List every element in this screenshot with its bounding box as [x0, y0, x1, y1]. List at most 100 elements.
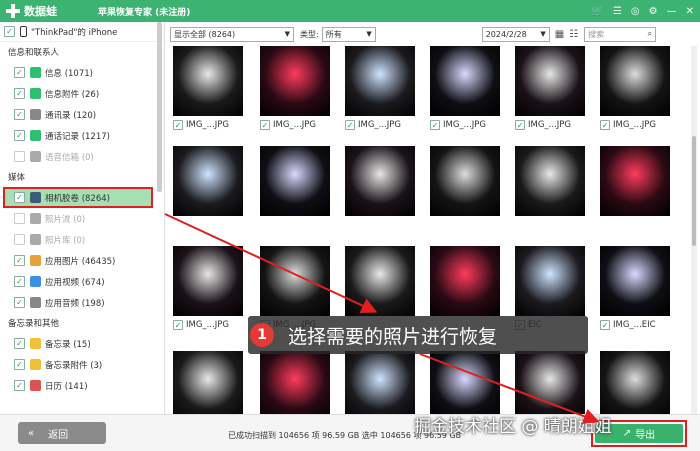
photo-thumbnail[interactable] — [345, 46, 415, 116]
sidebar-item[interactable]: ✓ 信息附件 (26) — [0, 83, 164, 104]
photo-thumbnail[interactable] — [515, 146, 585, 216]
photo-thumbnail[interactable] — [430, 46, 500, 116]
photo-thumbnail[interactable] — [260, 46, 330, 116]
menu-icon[interactable]: ☰ — [613, 6, 622, 17]
type-select[interactable]: 所有 ▼ — [321, 26, 376, 42]
sidebar-item-checkbox[interactable]: ✓ — [14, 276, 25, 287]
device-checkbox[interactable]: ✓ — [4, 26, 15, 37]
sidebar-item-checkbox[interactable]: ✓ — [14, 67, 25, 78]
photo-thumbnail[interactable] — [260, 246, 330, 316]
photo-thumbnail[interactable] — [515, 246, 585, 316]
photo-checkbox[interactable]: ✓ — [515, 120, 525, 130]
device-row[interactable]: ✓ "ThinkPad"的 iPhone — [0, 22, 164, 42]
photo-thumbnail[interactable] — [600, 351, 670, 414]
sidebar-item[interactable]: ✓ 备忘录附件 (3) — [0, 354, 164, 375]
sidebar-item[interactable]: ✓ 应用视频 (674) — [0, 271, 164, 292]
sidebar-item[interactable]: ✓ 相机胶卷 (8264) — [3, 187, 153, 208]
photo-tile[interactable] — [260, 351, 330, 414]
sidebar-item[interactable]: ✓ 通话记录 (1217) — [0, 125, 164, 146]
settings-icon[interactable]: ⚙ — [649, 6, 658, 17]
date-select[interactable]: 2024/2/28 ▼ — [481, 26, 550, 42]
photo-tile[interactable]: ✓IMG_...JPG — [260, 46, 330, 134]
photo-tile[interactable] — [345, 351, 415, 414]
search-input[interactable]: 搜索 ⌕ — [584, 26, 657, 42]
sidebar-item[interactable]: ✓ 备忘录 (15) — [0, 333, 164, 354]
sidebar-item-checkbox[interactable] — [14, 213, 25, 224]
photo-thumbnail[interactable] — [430, 351, 500, 414]
photo-tile[interactable] — [345, 146, 415, 216]
photo-tile[interactable] — [600, 146, 670, 216]
photo-checkbox[interactable]: ✓ — [345, 120, 355, 130]
photo-checkbox[interactable]: ✓ — [600, 120, 610, 130]
photo-thumbnail[interactable] — [173, 351, 243, 414]
photo-tile[interactable] — [515, 146, 585, 216]
photo-tile[interactable]: ✓IMG_...JPG — [515, 46, 585, 134]
sidebar-item[interactable]: ✓ 通讯录 (120) — [0, 104, 164, 125]
sidebar-item[interactable]: 照片库 (0) — [0, 229, 164, 250]
sidebar-item-checkbox[interactable] — [14, 151, 25, 162]
sidebar-item-checkbox[interactable]: ✓ — [14, 380, 25, 391]
photo-checkbox[interactable]: ✓ — [260, 120, 270, 130]
sidebar-item-checkbox[interactable]: ✓ — [14, 88, 25, 99]
sidebar-item-checkbox[interactable]: ✓ — [14, 255, 25, 266]
sidebar-item[interactable]: 照片流 (0) — [0, 208, 164, 229]
photo-tile[interactable] — [345, 246, 415, 316]
photo-tile[interactable] — [600, 351, 670, 414]
photo-thumbnail[interactable] — [515, 351, 585, 414]
photo-tile[interactable] — [515, 351, 585, 414]
list-view-icon[interactable]: ☷ — [569, 29, 578, 40]
grid-view-icon[interactable]: ▦ — [555, 29, 564, 40]
sidebar-item-checkbox[interactable]: ✓ — [14, 338, 25, 349]
photo-tile[interactable] — [260, 146, 330, 216]
photo-thumbnail[interactable] — [173, 146, 243, 216]
sidebar-item[interactable]: ✓ 应用音频 (198) — [0, 292, 164, 313]
photo-checkbox[interactable]: ✓ — [173, 320, 183, 330]
photo-tile[interactable] — [173, 146, 243, 216]
sidebar-item-checkbox[interactable] — [14, 234, 25, 245]
cart-icon[interactable]: 🛒 — [591, 6, 603, 17]
photo-checkbox[interactable]: ✓ — [173, 120, 183, 130]
sidebar-item-checkbox[interactable]: ✓ — [14, 297, 25, 308]
photo-checkbox[interactable]: ✓ — [430, 120, 440, 130]
photo-tile[interactable] — [430, 146, 500, 216]
sidebar-item[interactable]: ✓ 应用图片 (46435) — [0, 250, 164, 271]
photo-tile[interactable]: ✓IMG_...JPG — [430, 46, 500, 134]
photo-tile[interactable]: ✓IMG_...JPG — [173, 246, 243, 334]
photo-tile[interactable] — [430, 246, 500, 316]
sidebar-item[interactable]: ✓ 日历 (141) — [0, 375, 164, 396]
photo-tile[interactable]: ✓IMG_...JPG — [600, 46, 670, 134]
photo-tile[interactable] — [430, 351, 500, 414]
photo-thumbnail[interactable] — [600, 46, 670, 116]
photo-thumbnail[interactable] — [430, 146, 500, 216]
sidebar-scrollbar[interactable] — [157, 22, 162, 192]
photo-tile[interactable]: ✓IMG_...JPG — [173, 46, 243, 134]
close-icon[interactable]: ✕ — [686, 6, 694, 17]
photo-thumbnail[interactable] — [260, 146, 330, 216]
photo-thumbnail[interactable] — [345, 146, 415, 216]
photo-thumbnail[interactable] — [600, 246, 670, 316]
photo-thumbnail[interactable] — [173, 46, 243, 116]
sidebar-item[interactable]: 语音信箱 (0) — [0, 146, 164, 167]
photo-tile[interactable]: ✓ IMG_...EIC — [600, 246, 670, 334]
sidebar-item-checkbox[interactable]: ✓ — [14, 130, 25, 141]
photo-checkbox[interactable]: ✓ — [600, 320, 610, 330]
minimize-icon[interactable]: — — [667, 6, 677, 17]
photo-tile[interactable] — [173, 351, 243, 414]
filter-select[interactable]: 显示全部 (8264) ▼ — [170, 26, 294, 42]
photo-thumbnail[interactable] — [260, 351, 330, 414]
back-button[interactable]: « 返回 — [18, 422, 106, 444]
grid-scrollbar[interactable] — [691, 46, 697, 414]
chat-icon[interactable]: ◎ — [631, 6, 640, 17]
sidebar-item[interactable]: ✓ 信息 (1071) — [0, 62, 164, 83]
photo-tile[interactable]: ✓IMG_...JPG — [345, 46, 415, 134]
photo-thumbnail[interactable] — [173, 246, 243, 316]
photo-thumbnail[interactable] — [600, 146, 670, 216]
photo-thumbnail[interactable] — [430, 246, 500, 316]
sidebar-item-checkbox[interactable]: ✓ — [14, 109, 25, 120]
photo-thumbnail[interactable] — [515, 46, 585, 116]
photo-thumbnail[interactable] — [345, 351, 415, 414]
sidebar-item-checkbox[interactable]: ✓ — [14, 359, 25, 370]
grid-scrollbar-thumb[interactable] — [692, 136, 696, 246]
photo-thumbnail[interactable] — [345, 246, 415, 316]
sidebar-item-checkbox[interactable]: ✓ — [14, 192, 25, 203]
